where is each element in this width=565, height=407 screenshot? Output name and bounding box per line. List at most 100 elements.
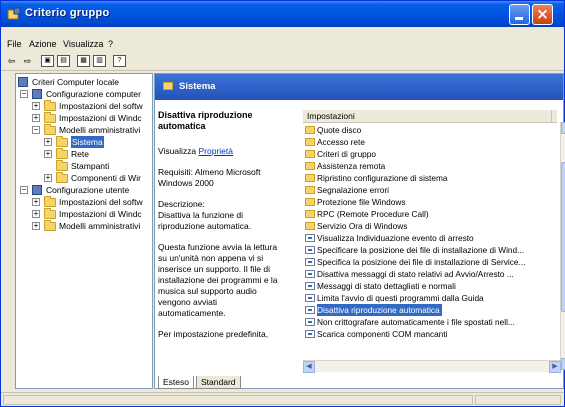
menu-azione[interactable]: Azione xyxy=(29,39,57,49)
scroll-left-icon[interactable]: ◀ xyxy=(303,361,315,373)
user-config-icon xyxy=(32,185,42,195)
list-item-label: Messaggi di stato dettagliati e normali xyxy=(317,281,456,291)
column-header-state[interactable] xyxy=(551,110,557,123)
expand-icon[interactable]: + xyxy=(44,150,52,158)
list-item-label: Segnalazione errori xyxy=(317,185,389,195)
forward-icon[interactable]: ⇨ xyxy=(21,55,34,67)
scroll-up-icon[interactable]: ▲ xyxy=(561,122,565,134)
expand-icon[interactable]: + xyxy=(32,198,40,206)
policy-icon xyxy=(305,270,315,278)
folder-icon xyxy=(305,186,315,194)
list-item[interactable]: Segnalazione errori xyxy=(303,184,549,196)
list-item-label: Protezione file Windows xyxy=(317,197,406,207)
close-button[interactable]: × xyxy=(532,4,553,25)
show-properties-line: Visualizza Proprietà xyxy=(158,146,286,157)
tree-item-label: Impostazioni del softw xyxy=(59,101,143,111)
expand-icon[interactable]: + xyxy=(32,222,40,230)
folder-icon xyxy=(44,196,56,207)
minimize-button[interactable] xyxy=(509,4,530,25)
back-icon[interactable]: ⇦ xyxy=(5,55,18,67)
collapse-icon[interactable]: − xyxy=(20,186,28,194)
list-item[interactable]: Specifica la posizione dei file di insta… xyxy=(303,256,549,268)
scroll-down-icon[interactable]: ▼ xyxy=(561,358,565,370)
tree-item-label: Impostazioni di Windc xyxy=(59,209,142,219)
expand-icon[interactable]: + xyxy=(32,114,40,122)
policy-icon xyxy=(305,246,315,254)
description-trailing: Per impostazione predefinita, xyxy=(158,329,269,339)
description-panel: Disattiva riproduzione automatica Visual… xyxy=(158,110,286,375)
menu-visualizza[interactable]: Visualizza xyxy=(63,39,103,49)
settings-list[interactable]: Impostazioni Quote disco Accesso rete Crit… xyxy=(303,110,557,372)
properties-link[interactable]: Proprietà xyxy=(199,146,234,156)
expand-icon[interactable]: + xyxy=(44,138,52,146)
folder-icon xyxy=(44,208,56,219)
list-item[interactable]: Protezione file Windows xyxy=(303,196,549,208)
list-item-selected[interactable]: Disattiva riproduzione automaticaN xyxy=(303,304,549,316)
folder-icon xyxy=(56,160,68,171)
status-segment-aux xyxy=(475,395,561,405)
vertical-scrollbar[interactable]: ▲ ▼ xyxy=(560,122,565,370)
list-item[interactable]: Limita l'avvio di questi programmi dalla… xyxy=(303,292,549,304)
help-icon[interactable]: ? xyxy=(113,55,126,67)
properties-icon[interactable]: ▥ xyxy=(93,55,106,67)
list-header[interactable]: Impostazioni xyxy=(303,110,557,123)
description-text: Descrizione: Disattiva la funzione di ri… xyxy=(158,199,286,232)
status-segment-main xyxy=(3,395,473,405)
app-window: Criterio gruppo × File Azione Visualizza… xyxy=(0,0,565,407)
list-item[interactable]: Accesso rete xyxy=(303,136,549,148)
folder-icon xyxy=(56,148,68,159)
list-item[interactable]: Scarica componenti COM mancantiN xyxy=(303,328,549,340)
folder-icon xyxy=(305,126,315,134)
list-item[interactable]: Quote disco xyxy=(303,124,549,136)
policy-icon xyxy=(18,77,28,87)
folder-icon xyxy=(305,150,315,158)
list-item[interactable]: Specificare la posizione dei file di ins… xyxy=(303,244,549,256)
policy-icon xyxy=(305,294,315,302)
collapse-icon[interactable]: − xyxy=(32,126,40,134)
list-item[interactable]: Disattiva messaggi di stato relativi ad … xyxy=(303,268,549,280)
tree-item-label: Modelli amministrativi xyxy=(59,221,141,231)
view-tabs: Esteso Standard xyxy=(158,376,458,390)
horizontal-scrollbar[interactable]: ◀ ▶ xyxy=(303,360,561,373)
column-header-settings[interactable]: Impostazioni xyxy=(307,111,355,121)
list-item[interactable]: Ripristino configurazione di sistema xyxy=(303,172,549,184)
collapse-icon[interactable]: − xyxy=(20,90,28,98)
tree-item-label: Impostazioni del softw xyxy=(59,197,143,207)
list-item-label: RPC (Remote Procedure Call) xyxy=(317,209,429,219)
folder-icon xyxy=(44,112,56,123)
title-bar[interactable]: Criterio gruppo × xyxy=(1,1,564,27)
list-item-label: Criteri di gruppo xyxy=(317,149,377,159)
expand-icon[interactable]: + xyxy=(32,210,40,218)
list-item[interactable]: Non crittografare automaticamente i file… xyxy=(303,316,549,328)
list-item-label: Ripristino configurazione di sistema xyxy=(317,173,448,183)
list-item[interactable]: Visualizza Individuazione evento di arre… xyxy=(303,232,549,244)
list-item-label: Specifica la posizione dei file di insta… xyxy=(317,257,526,267)
tree-item-label: Modelli amministrativi xyxy=(59,125,141,135)
list-item[interactable]: Criteri di gruppo xyxy=(303,148,549,160)
policy-icon xyxy=(305,306,315,314)
tab-esteso[interactable]: Esteso xyxy=(158,376,194,389)
expand-icon[interactable]: + xyxy=(32,102,40,110)
folder-icon xyxy=(305,222,315,230)
folder-icon xyxy=(44,124,56,135)
tree-item-label: Criteri Computer locale xyxy=(32,77,119,87)
list-item-label: Specificare la posizione dei file di ins… xyxy=(317,245,525,255)
up-folder-icon[interactable]: ▣ xyxy=(41,55,54,67)
tab-standard[interactable]: Standard xyxy=(196,376,241,389)
tree-pane[interactable]: Criteri Computer locale − Configurazione… xyxy=(15,73,153,389)
list-item[interactable]: Assistenza remota xyxy=(303,160,549,172)
scroll-thumb[interactable] xyxy=(561,162,565,312)
scroll-right-icon[interactable]: ▶ xyxy=(549,361,561,373)
list-item[interactable]: Servizio Ora di Windows xyxy=(303,220,549,232)
policy-icon xyxy=(305,330,315,338)
list-item[interactable]: Messaggi di stato dettagliati e normaliN xyxy=(303,280,549,292)
list-item[interactable]: RPC (Remote Procedure Call) xyxy=(303,208,549,220)
expand-icon[interactable]: + xyxy=(44,174,52,182)
menu-file[interactable]: File xyxy=(7,39,22,49)
show-tree-icon[interactable]: ▤ xyxy=(57,55,70,67)
description-label: Descrizione: xyxy=(158,199,205,209)
export-list-icon[interactable]: ▦ xyxy=(77,55,90,67)
menu-help[interactable]: ? xyxy=(108,39,113,49)
folder-icon xyxy=(163,82,173,90)
list-item-label: Non crittografare automaticamente i file… xyxy=(317,317,515,327)
